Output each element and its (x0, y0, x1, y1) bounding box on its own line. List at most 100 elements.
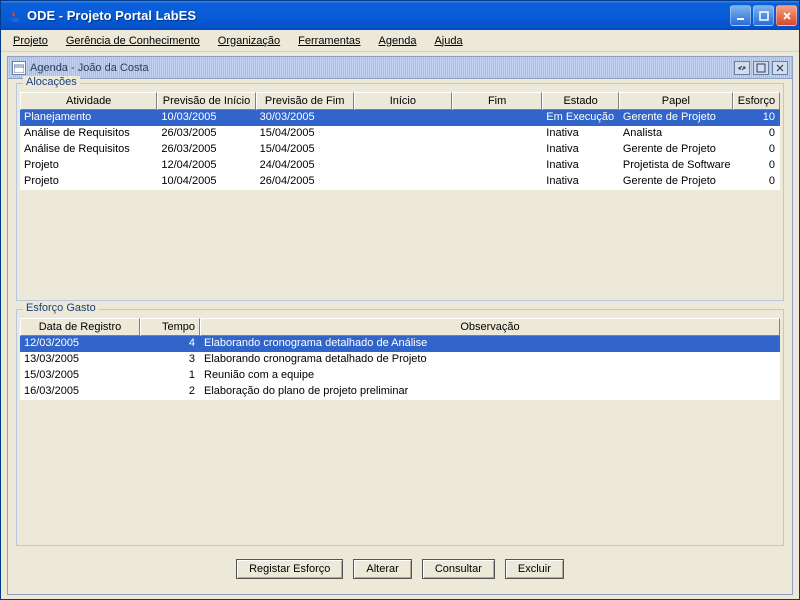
maximize-button[interactable] (753, 5, 774, 26)
internal-title: Agenda - João da Costa (30, 62, 734, 74)
col-data-registro[interactable]: Data de Registro (20, 318, 140, 336)
table-row[interactable]: 15/03/20051Reunião com a equipe (20, 368, 780, 384)
table-row[interactable]: Projeto12/04/200524/04/2005 InativaProjet… (20, 158, 780, 174)
content-area: Alocações Atividade Previsão de Início P… (8, 79, 792, 594)
consultar-button[interactable]: Consultar (422, 559, 495, 579)
cell: 12/03/2005 (20, 336, 140, 352)
menu-projeto[interactable]: Projeto (5, 33, 56, 49)
cell (452, 174, 542, 190)
table-row[interactable]: 13/03/20053Elaborando cronograma detalha… (20, 352, 780, 368)
cell: Planejamento (20, 110, 157, 126)
close-button[interactable] (776, 5, 797, 26)
esforco-group: Esforço Gasto Data de Registro Tempo Obs… (16, 309, 784, 546)
cell: 12/04/2005 (157, 158, 255, 174)
cell: Reunião com a equipe (200, 368, 780, 384)
table-row[interactable]: Análise de Requisitos26/03/200515/04/200… (20, 126, 780, 142)
table-row[interactable]: Análise de Requisitos26/03/200515/04/200… (20, 142, 780, 158)
cell: 10/04/2005 (157, 174, 255, 190)
alocacoes-header: Atividade Previsão de Início Previsão de… (20, 92, 780, 110)
alterar-button[interactable]: Alterar (353, 559, 411, 579)
alocacoes-body: Planejamento10/03/200530/03/2005 Em Execu… (20, 110, 780, 297)
cell: 4 (140, 336, 200, 352)
cell: 26/04/2005 (256, 174, 354, 190)
window-title: ODE - Projeto Portal LabES (27, 8, 730, 23)
menu-organizacao[interactable]: Organização (210, 33, 288, 49)
esforco-header: Data de Registro Tempo Observação (20, 318, 780, 336)
excluir-button[interactable]: Excluir (505, 559, 564, 579)
cell: Inativa (542, 126, 619, 142)
cell: Analista (619, 126, 733, 142)
internal-close-button[interactable] (772, 61, 788, 75)
cell: 15/04/2005 (256, 142, 354, 158)
cell: 1 (140, 368, 200, 384)
cell: Gerente de Projeto (619, 142, 733, 158)
menu-ferramentas[interactable]: Ferramentas (290, 33, 368, 49)
col-atividade[interactable]: Atividade (20, 92, 157, 110)
cell: Gerente de Projeto (619, 110, 733, 126)
table-row[interactable]: 16/03/20052Elaboração do plano de projet… (20, 384, 780, 400)
cell: Elaborando cronograma detalhado de Proje… (200, 352, 780, 368)
internal-titlebar[interactable]: Agenda - João da Costa (8, 57, 792, 79)
titlebar[interactable]: ODE - Projeto Portal LabES (1, 1, 799, 30)
alocacoes-table: Atividade Previsão de Início Previsão de… (20, 92, 780, 297)
cell: Projeto (20, 158, 157, 174)
esforco-table: Data de Registro Tempo Observação 12/03/… (20, 318, 780, 542)
cell (354, 126, 452, 142)
table-row[interactable]: Projeto10/04/200526/04/2005InativaGerent… (20, 174, 780, 190)
cell: 26/03/2005 (157, 142, 255, 158)
cell: Elaborando cronograma detalhado de Análi… (200, 336, 780, 352)
cell: 15/04/2005 (256, 126, 354, 142)
cell: Inativa (542, 142, 619, 158)
cell: 24/04/2005 (256, 158, 354, 174)
internal-window: Agenda - João da Costa Alocações Ativida… (7, 56, 793, 595)
cell (354, 158, 452, 174)
cell: 3 (140, 352, 200, 368)
table-row[interactable]: Planejamento10/03/200530/03/2005 Em Execu… (20, 110, 780, 126)
cell (354, 110, 452, 126)
cell: 0 (733, 126, 780, 142)
cell: Em Execução (542, 110, 619, 126)
cell: 30/03/2005 (256, 110, 354, 126)
menu-gerencia[interactable]: Gerência de Conhecimento (58, 33, 208, 49)
button-bar: Registar Esforço Alterar Consultar Exclu… (16, 554, 784, 588)
col-observacao[interactable]: Observação (200, 318, 780, 336)
col-estado[interactable]: Estado (542, 92, 619, 110)
esforco-legend: Esforço Gasto (23, 302, 99, 314)
internal-maximize-button[interactable] (753, 61, 769, 75)
cell: 0 (733, 142, 780, 158)
cell: 13/03/2005 (20, 352, 140, 368)
col-esforco[interactable]: Esforço (733, 92, 780, 110)
cell (452, 126, 542, 142)
registrar-esforco-button[interactable]: Registar Esforço (236, 559, 343, 579)
cell: 10/03/2005 (157, 110, 255, 126)
cell: Análise de Requisitos (20, 126, 157, 142)
alocacoes-group: Alocações Atividade Previsão de Início P… (16, 83, 784, 301)
cell: 15/03/2005 (20, 368, 140, 384)
minimize-button[interactable] (730, 5, 751, 26)
cell: 0 (733, 174, 780, 190)
col-tempo[interactable]: Tempo (140, 318, 200, 336)
internal-iconify-button[interactable] (734, 61, 750, 75)
col-inicio[interactable]: Início (354, 92, 452, 110)
col-prev-fim[interactable]: Previsão de Fim (256, 92, 354, 110)
cell (452, 110, 542, 126)
cell (452, 158, 542, 174)
cell (452, 142, 542, 158)
col-prev-inicio[interactable]: Previsão de Início (157, 92, 255, 110)
app-window: ODE - Projeto Portal LabES Projeto Gerên… (0, 0, 800, 600)
cell: Projetista de Software (619, 158, 733, 174)
menubar: Projeto Gerência de Conhecimento Organiz… (1, 30, 799, 52)
col-fim[interactable]: Fim (452, 92, 542, 110)
cell: Elaboração do plano de projeto prelimina… (200, 384, 780, 400)
agenda-icon (12, 61, 26, 75)
col-papel[interactable]: Papel (619, 92, 733, 110)
alocacoes-legend: Alocações (23, 76, 80, 88)
cell: 2 (140, 384, 200, 400)
table-row[interactable]: 12/03/20054Elaborando cronograma detalha… (20, 336, 780, 352)
menu-agenda[interactable]: Agenda (371, 33, 425, 49)
cell: Inativa (542, 158, 619, 174)
cell: 16/03/2005 (20, 384, 140, 400)
menu-ajuda[interactable]: Ajuda (426, 33, 470, 49)
cell: 26/03/2005 (157, 126, 255, 142)
cell (354, 174, 452, 190)
